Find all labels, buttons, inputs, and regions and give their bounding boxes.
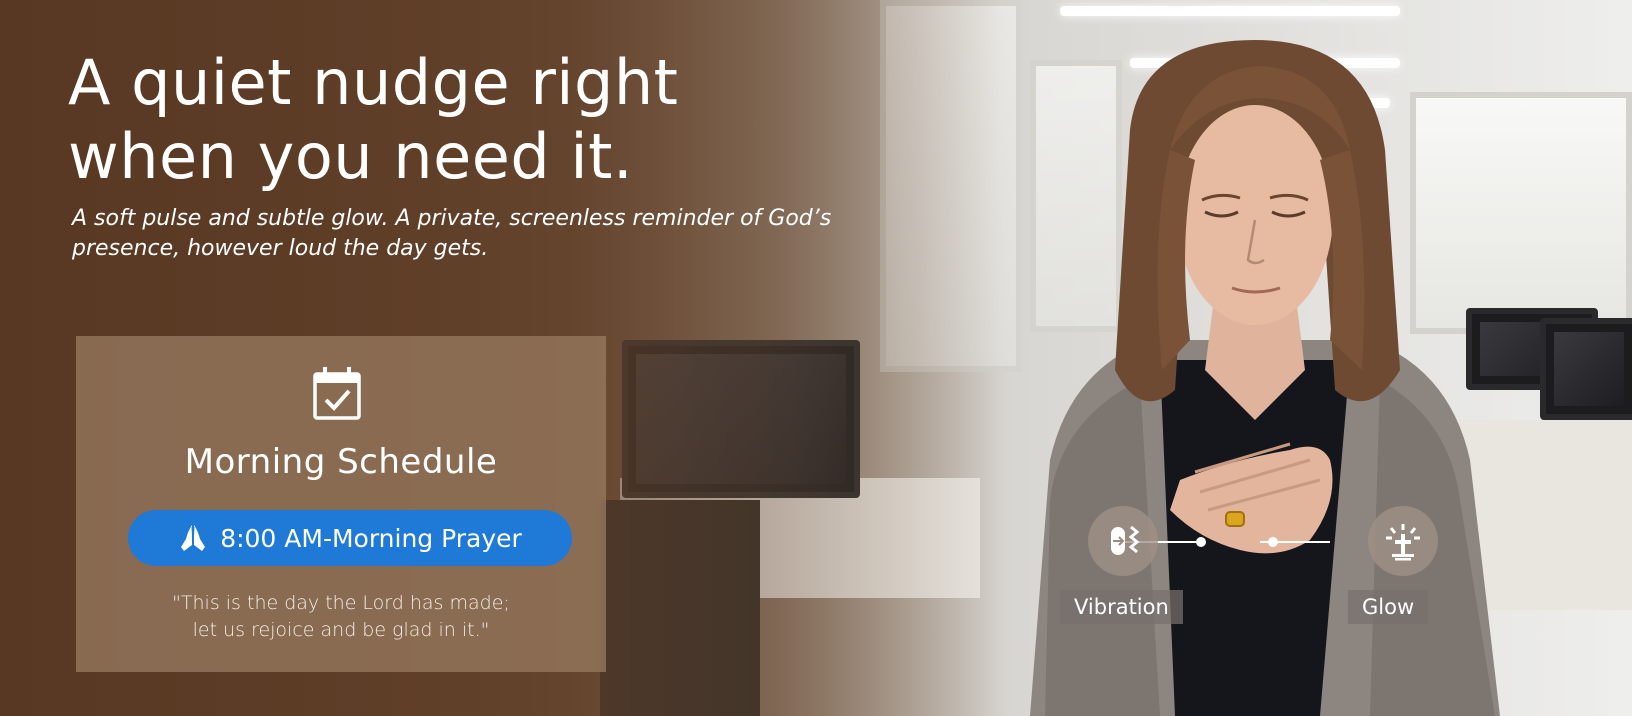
- vibration-icon: [1111, 525, 1140, 555]
- ceiling-light: [1060, 6, 1400, 16]
- desk-monitor: [1540, 318, 1632, 420]
- calendar-check-icon: [313, 367, 361, 420]
- praying-hands-icon: [181, 525, 206, 551]
- subtext-line-1: A soft pulse and subtle glow. A private,…: [72, 206, 832, 231]
- quote-line-2: let us rejoice and be glad in it.": [192, 619, 490, 641]
- morning-prayer-event[interactable]: 8:00 AM-Morning Prayer: [128, 510, 572, 566]
- subtext-line-2: presence, however loud the day gets.: [72, 236, 489, 261]
- headline-line-1: A quiet nudge right: [68, 46, 679, 119]
- quote-line-1: "This is the day the Lord has made;: [172, 592, 510, 614]
- connector-dot: [1196, 537, 1206, 547]
- card-title: Morning Schedule: [184, 442, 498, 482]
- vibration-feature-icon: [1088, 506, 1158, 576]
- glow-feature-icon: [1368, 506, 1438, 576]
- page-title: A quiet nudge right when you need it.: [68, 46, 808, 194]
- hero-banner: A quiet nudge right when you need it. A …: [0, 0, 1632, 716]
- connector-dot: [1268, 537, 1278, 547]
- scripture-quote: "This is the day the Lord has made; let …: [76, 590, 606, 644]
- event-label: 8:00 AM-Morning Prayer: [220, 523, 522, 553]
- headline-line-2: when you need it.: [68, 120, 634, 193]
- hero-subtext: A soft pulse and subtle glow. A private,…: [72, 204, 932, 264]
- schedule-card: Morning Schedule 8:00 AM-Morning Prayer …: [76, 336, 606, 672]
- vibration-label: Vibration: [1060, 590, 1183, 624]
- glow-icon: [1386, 524, 1420, 561]
- glow-label: Glow: [1348, 590, 1429, 624]
